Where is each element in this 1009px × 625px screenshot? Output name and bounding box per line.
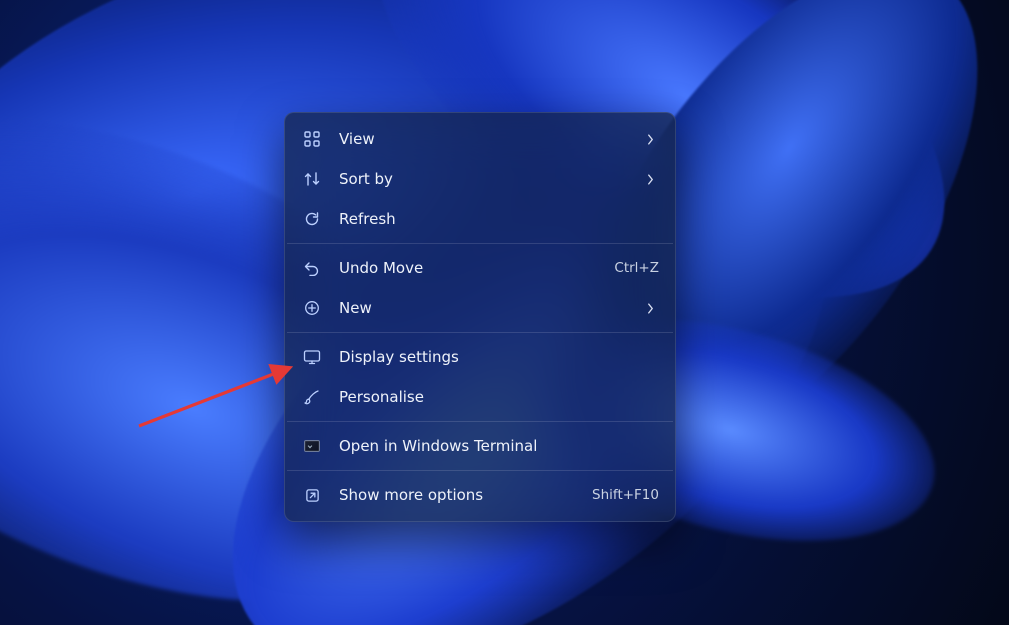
- undo-icon: [303, 259, 321, 277]
- menu-item-view[interactable]: View: [285, 119, 675, 159]
- menu-label: Personalise: [339, 388, 659, 406]
- chevron-right-icon: [647, 303, 659, 314]
- desktop-context-menu: View Sort by Refresh: [284, 112, 676, 522]
- menu-label: Refresh: [339, 210, 659, 228]
- menu-label: New: [339, 299, 647, 317]
- menu-label: Show more options: [339, 486, 580, 504]
- menu-item-show-more-options[interactable]: Show more options Shift+F10: [285, 475, 675, 515]
- menu-separator: [287, 243, 673, 244]
- menu-label: Display settings: [339, 348, 659, 366]
- menu-label: View: [339, 130, 647, 148]
- menu-item-personalise[interactable]: Personalise: [285, 377, 675, 417]
- sort-icon: [303, 170, 321, 188]
- menu-label: Undo Move: [339, 259, 602, 277]
- menu-item-refresh[interactable]: Refresh: [285, 199, 675, 239]
- menu-label: Open in Windows Terminal: [339, 437, 659, 455]
- menu-item-display-settings[interactable]: Display settings: [285, 337, 675, 377]
- expand-icon: [303, 486, 321, 504]
- brush-icon: [303, 388, 321, 406]
- menu-separator: [287, 332, 673, 333]
- menu-shortcut: Shift+F10: [592, 487, 659, 503]
- menu-item-new[interactable]: New: [285, 288, 675, 328]
- grid-icon: [303, 130, 321, 148]
- menu-separator: [287, 470, 673, 471]
- menu-item-undo-move[interactable]: Undo Move Ctrl+Z: [285, 248, 675, 288]
- refresh-icon: [303, 210, 321, 228]
- chevron-right-icon: [647, 174, 659, 185]
- monitor-icon: [303, 348, 321, 366]
- terminal-icon: [303, 437, 321, 455]
- chevron-right-icon: [647, 134, 659, 145]
- menu-item-open-terminal[interactable]: Open in Windows Terminal: [285, 426, 675, 466]
- plus-icon: [303, 299, 321, 317]
- menu-label: Sort by: [339, 170, 647, 188]
- menu-shortcut: Ctrl+Z: [614, 260, 659, 276]
- menu-item-sort-by[interactable]: Sort by: [285, 159, 675, 199]
- menu-separator: [287, 421, 673, 422]
